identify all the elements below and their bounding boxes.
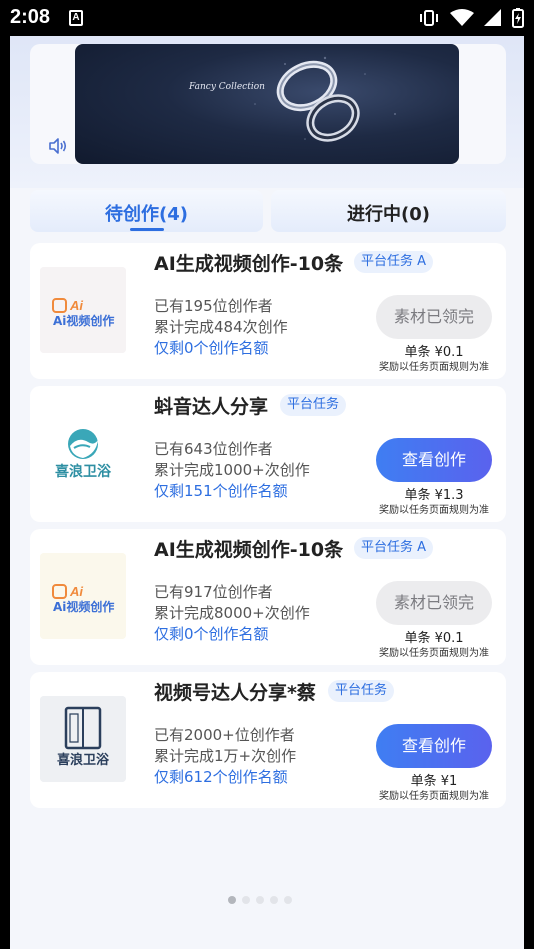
- task-title: 蚪音达人分享: [154, 396, 269, 418]
- hero-section: Fancy Collection: [10, 36, 524, 188]
- completion-count: 累计完成8000+次创作: [154, 604, 310, 622]
- task-title: AI生成视频创作-10条: [154, 253, 344, 275]
- svg-text:喜浪卫浴: 喜浪卫浴: [55, 463, 112, 480]
- tab-in-progress[interactable]: 进行中(0): [271, 190, 506, 232]
- material-claimed-button[interactable]: 素材已领完: [376, 295, 492, 339]
- pagination-dots: [228, 896, 292, 904]
- view-creation-button[interactable]: 查看创作: [376, 438, 492, 482]
- signal-icon: [484, 9, 501, 26]
- task-thumbnail: Ai Ai视频创作: [40, 267, 126, 353]
- task-card[interactable]: Ai Ai视频创作 AI生成视频创作-10条 平台任务 A 已有917位创作者 …: [30, 529, 506, 665]
- task-badge: 平台任务: [328, 680, 395, 702]
- creator-count: 已有917位创作者: [154, 583, 273, 601]
- tab-label: 待创作(4): [105, 204, 188, 225]
- task-thumbnail: Ai Ai视频创作: [40, 553, 126, 639]
- status-icons: [418, 6, 524, 30]
- completion-count: 累计完成484次创作: [154, 318, 288, 336]
- task-thumbnail: 喜浪卫浴: [40, 410, 126, 496]
- remaining-slots: 仅剩0个创作名额: [154, 625, 269, 643]
- shower-logo-icon: 喜浪卫浴: [40, 696, 126, 782]
- task-card[interactable]: 喜浪卫浴 视频号达人分享*蔡 平台任务 已有2000+位创作者 累计完成1万+次…: [30, 672, 506, 808]
- task-badge: 平台任务 A: [354, 537, 434, 559]
- svg-text:Ai视频创作: Ai视频创作: [53, 313, 114, 328]
- svg-text:Ai: Ai: [69, 298, 83, 313]
- svg-text:Ai视频创作: Ai视频创作: [53, 599, 114, 614]
- page-dot[interactable]: [284, 896, 292, 904]
- notification-icon: A: [69, 10, 83, 26]
- svg-text:喜浪卫浴: 喜浪卫浴: [57, 752, 110, 768]
- page-dot[interactable]: [242, 896, 250, 904]
- remaining-slots: 仅剩612个创作名额: [154, 768, 288, 786]
- ai-video-logo-icon: Ai Ai视频创作: [40, 267, 126, 353]
- ai-video-logo-icon: Ai Ai视频创作: [40, 553, 126, 639]
- remaining-slots: 仅剩151个创作名额: [154, 482, 288, 500]
- ring-illustration: [254, 56, 396, 142]
- material-claimed-button[interactable]: 素材已领完: [376, 581, 492, 625]
- status-time: 2:08: [10, 6, 51, 28]
- task-title: AI生成视频创作-10条: [154, 539, 344, 561]
- reward-note: 奖励以任务页面规则为准: [379, 791, 489, 802]
- task-tabs: 待创作(4) 进行中(0): [30, 190, 506, 232]
- task-card[interactable]: 喜浪卫浴 蚪音达人分享 平台任务 已有643位创作者 累计完成1000+次创作 …: [30, 386, 506, 522]
- remaining-slots: 仅剩0个创作名额: [154, 339, 269, 357]
- task-badge: 平台任务: [280, 394, 347, 416]
- completion-count: 累计完成1万+次创作: [154, 747, 297, 765]
- task-title: 视频号达人分享*蔡: [154, 682, 316, 704]
- app-screen: Fancy Collection 待创作(4) 进行中(0) Ai Ai视频创作: [10, 36, 524, 949]
- speaker-icon[interactable]: [48, 138, 68, 154]
- reward-note: 奖励以任务页面规则为准: [379, 648, 489, 659]
- reward-note: 奖励以任务页面规则为准: [379, 505, 489, 516]
- page-dot[interactable]: [270, 896, 278, 904]
- task-thumbnail: 喜浪卫浴: [40, 696, 126, 782]
- task-card[interactable]: Ai Ai视频创作 AI生成视频创作-10条 平台任务 A 已有195位创作者 …: [30, 243, 506, 379]
- battery-charging-icon: [512, 8, 524, 28]
- tab-label: 进行中(0): [347, 204, 430, 225]
- reward-note: 奖励以任务页面规则为准: [379, 362, 489, 373]
- creator-count: 已有195位创作者: [154, 297, 273, 315]
- creator-count: 已有2000+位创作者: [154, 726, 295, 744]
- banner-title: Fancy Collection: [189, 82, 265, 92]
- view-creation-button[interactable]: 查看创作: [376, 724, 492, 768]
- tab-active-indicator: [130, 228, 164, 231]
- banner-ad-image[interactable]: Fancy Collection: [75, 44, 459, 164]
- task-badge: 平台任务 A: [354, 251, 434, 273]
- vibrate-icon: [420, 10, 438, 26]
- svg-text:Ai: Ai: [69, 584, 83, 599]
- completion-count: 累计完成1000+次创作: [154, 461, 310, 479]
- tab-pending[interactable]: 待创作(4): [30, 190, 263, 232]
- creator-count: 已有643位创作者: [154, 440, 273, 458]
- page-dot[interactable]: [256, 896, 264, 904]
- wave-logo-icon: 喜浪卫浴: [55, 429, 112, 480]
- wifi-icon: [450, 9, 474, 26]
- status-bar: 2:08 A: [0, 0, 534, 36]
- page-dot[interactable]: [228, 896, 236, 904]
